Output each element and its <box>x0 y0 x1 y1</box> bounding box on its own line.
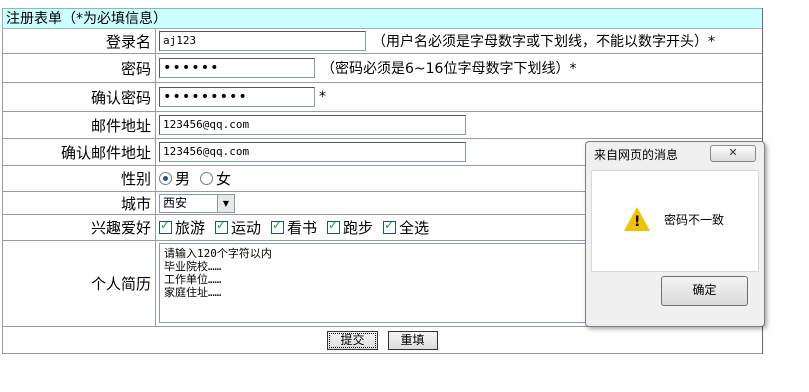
password-hint: （密码必须是6~16位字母数字下划线）* <box>321 61 577 77</box>
gender-male-option[interactable]: 男 <box>159 168 190 189</box>
login-input[interactable]: aj123 <box>159 31 366 51</box>
row-password: 密码 •••••• （密码必须是6~16位字母数字下划线）* <box>2 54 762 83</box>
confirm-email-input[interactable]: 123456@qq.com <box>159 142 466 162</box>
chevron-down-icon[interactable]: ▼ <box>217 194 234 212</box>
row-buttons: 提交 重填 <box>2 327 762 354</box>
login-hint: （用户名必须是字母数字或下划线，不能以数字开头）* <box>372 34 715 50</box>
password-label: 密码 <box>3 54 156 82</box>
select-all-checkbox[interactable] <box>383 218 397 234</box>
hobby-label-text: 旅游 <box>175 219 206 237</box>
select-all-option[interactable]: 全选 <box>383 217 429 238</box>
dialog-title: 来自网页的消息 <box>594 148 679 162</box>
radio-female[interactable] <box>200 172 214 185</box>
hobby-option[interactable]: 运动 <box>215 217 261 238</box>
warning-icon-mark: ! <box>634 214 641 230</box>
hobby-option[interactable]: 旅游 <box>159 217 205 238</box>
confirm-email-label: 确认邮件地址 <box>3 139 156 165</box>
hobby-label-text: 运动 <box>231 219 262 237</box>
reset-button[interactable]: 重填 <box>387 330 438 350</box>
row-confirm-password: 确认密码 ••••••••• * <box>2 83 762 112</box>
confirm-password-label: 确认密码 <box>3 83 156 111</box>
row-login: 登录名 aj123 （用户名必须是字母数字或下划线，不能以数字开头）* <box>2 29 762 54</box>
dialog-message: 密码不一致 <box>664 213 725 227</box>
login-label: 登录名 <box>3 29 156 53</box>
select-all-label: 全选 <box>399 219 430 237</box>
hobby-option[interactable]: 看书 <box>271 217 317 238</box>
dialog-body: ! 密码不一致 <box>591 170 759 272</box>
city-select[interactable]: 西安 ▼ <box>159 193 235 213</box>
hobby-checkbox[interactable] <box>271 218 285 234</box>
gender-label: 性别 <box>3 166 156 191</box>
resume-label: 个人简历 <box>3 241 156 326</box>
email-label: 邮件地址 <box>3 112 156 138</box>
hobby-label-text: 跑步 <box>343 219 374 237</box>
submit-button[interactable]: 提交 <box>327 330 378 350</box>
email-input[interactable]: 123456@qq.com <box>159 115 466 135</box>
hobby-checkbox[interactable] <box>159 218 172 234</box>
close-icon[interactable]: ✕ <box>710 145 756 162</box>
hobby-label-text: 看书 <box>287 219 318 237</box>
radio-male[interactable] <box>159 172 172 185</box>
confirm-password-input[interactable]: ••••••••• <box>159 87 315 107</box>
gender-male-label: 男 <box>175 170 191 188</box>
form-title: 注册表单（*为必填信息） <box>2 8 762 29</box>
resume-textarea[interactable]: 请输入120个字符以内 毕业院校…… 工作单位…… 家庭住址…… <box>159 243 603 323</box>
city-label: 城市 <box>3 192 156 214</box>
hobby-option[interactable]: 跑步 <box>327 217 373 238</box>
password-input[interactable]: •••••• <box>159 58 315 78</box>
row-email: 邮件地址 123456@qq.com <box>2 112 762 139</box>
hobby-checkbox[interactable] <box>215 218 229 234</box>
city-select-value: 西安 <box>163 195 188 210</box>
hobby-label: 兴趣爱好 <box>3 215 156 240</box>
gender-female-option[interactable]: 女 <box>200 168 231 189</box>
dialog-title-bar: 来自网页的消息 ✕ <box>586 142 764 168</box>
alert-dialog: 来自网页的消息 ✕ ! 密码不一致 确定 <box>585 141 765 327</box>
required-star: * <box>319 89 326 105</box>
hobby-checkbox[interactable] <box>327 218 341 234</box>
ok-button[interactable]: 确定 <box>661 276 748 306</box>
gender-female-label: 女 <box>216 170 232 188</box>
